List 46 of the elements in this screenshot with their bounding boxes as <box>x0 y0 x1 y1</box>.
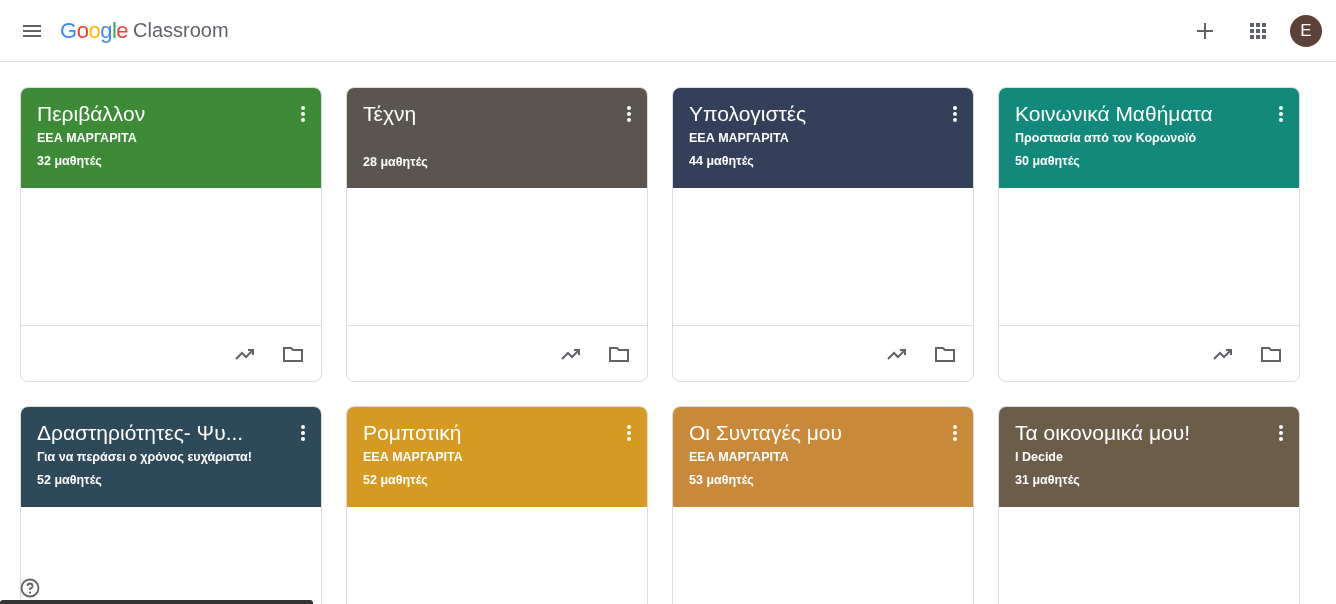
class-title[interactable]: Περιβάλλον <box>37 102 146 126</box>
class-title[interactable]: Τέχνη <box>363 102 417 126</box>
product-name: Classroom <box>133 19 229 42</box>
student-count: 52 μαθητές <box>37 473 102 487</box>
apps-grid-icon[interactable] <box>1250 22 1266 39</box>
class-section: ΕΕΑ ΜΑΡΓΑΡΙΤΑ <box>363 450 463 464</box>
account-avatar[interactable]: E <box>1290 14 1322 47</box>
folder-icon[interactable] <box>935 345 955 362</box>
more-options-icon[interactable] <box>1279 425 1283 441</box>
class-banner[interactable]: Τα οικονομικά μου! I Decide 31 μαθητές <box>999 407 1299 507</box>
class-banner[interactable]: Υπολογιστές ΕΕΑ ΜΑΡΓΑΡΙΤΑ 44 μαθητές <box>673 88 973 188</box>
class-section: ΕΕΑ ΜΑΡΓΑΡΙΤΑ <box>689 131 789 145</box>
trending-up-icon[interactable] <box>887 347 907 360</box>
plus-icon[interactable] <box>1197 22 1213 39</box>
student-count: 31 μαθητές <box>1015 473 1080 487</box>
class-section: ΕΕΑ ΜΑΡΓΑΡΙΤΑ <box>37 131 137 145</box>
class-banner[interactable]: Περιβάλλον ΕΕΑ ΜΑΡΓΑΡΙΤΑ 32 μαθητές <box>21 88 321 188</box>
class-section: ΕΕΑ ΜΑΡΓΑΡΙΤΑ <box>689 450 789 464</box>
class-title[interactable]: Τα οικονομικά μου! <box>1015 421 1191 445</box>
class-banner[interactable]: Δραστηριότητες- Ψυ... Για να περάσει ο χρόνος ευχάριστα! 52 μαθητές <box>21 407 321 507</box>
student-count: 52 μαθητές <box>363 473 428 487</box>
more-options-icon[interactable] <box>627 106 631 122</box>
more-options-icon[interactable] <box>301 425 305 441</box>
student-count: 53 μαθητές <box>689 473 754 487</box>
class-banner[interactable]: Τέχνη 28 μαθητές <box>347 88 647 188</box>
class-section: Προστασία από τον Κορωνοϊό <box>1015 131 1197 145</box>
class-title[interactable]: Υπολογιστές <box>689 102 807 126</box>
class-section: Για να περάσει ο χρόνος ευχάριστα! <box>37 450 252 464</box>
class-title[interactable]: Δραστηριότητες- Ψυ... <box>37 421 244 445</box>
more-options-icon[interactable] <box>953 106 957 122</box>
student-count: 50 μαθητές <box>1015 154 1080 168</box>
class-section: I Decide <box>1015 450 1063 464</box>
student-count: 28 μαθητές <box>363 155 428 169</box>
trending-up-icon[interactable] <box>1213 347 1233 360</box>
student-count: 32 μαθητές <box>37 154 102 168</box>
class-title[interactable]: Κοινωνικά Μαθήματα <box>1015 102 1213 126</box>
folder-icon[interactable] <box>1261 345 1281 362</box>
trending-up-icon[interactable] <box>235 347 255 360</box>
trending-up-icon[interactable] <box>561 347 581 360</box>
folder-icon[interactable] <box>609 345 629 362</box>
help-icon[interactable] <box>20 578 40 598</box>
menu-icon[interactable] <box>23 24 41 37</box>
brand-logo[interactable]: Google <box>60 17 128 44</box>
folder-icon[interactable] <box>283 345 303 362</box>
class-banner[interactable]: Κοινωνικά Μαθήματα Προστασία από τον Κορωνοϊό 50 μαθητές <box>999 88 1299 188</box>
student-count: 44 μαθητές <box>689 154 754 168</box>
